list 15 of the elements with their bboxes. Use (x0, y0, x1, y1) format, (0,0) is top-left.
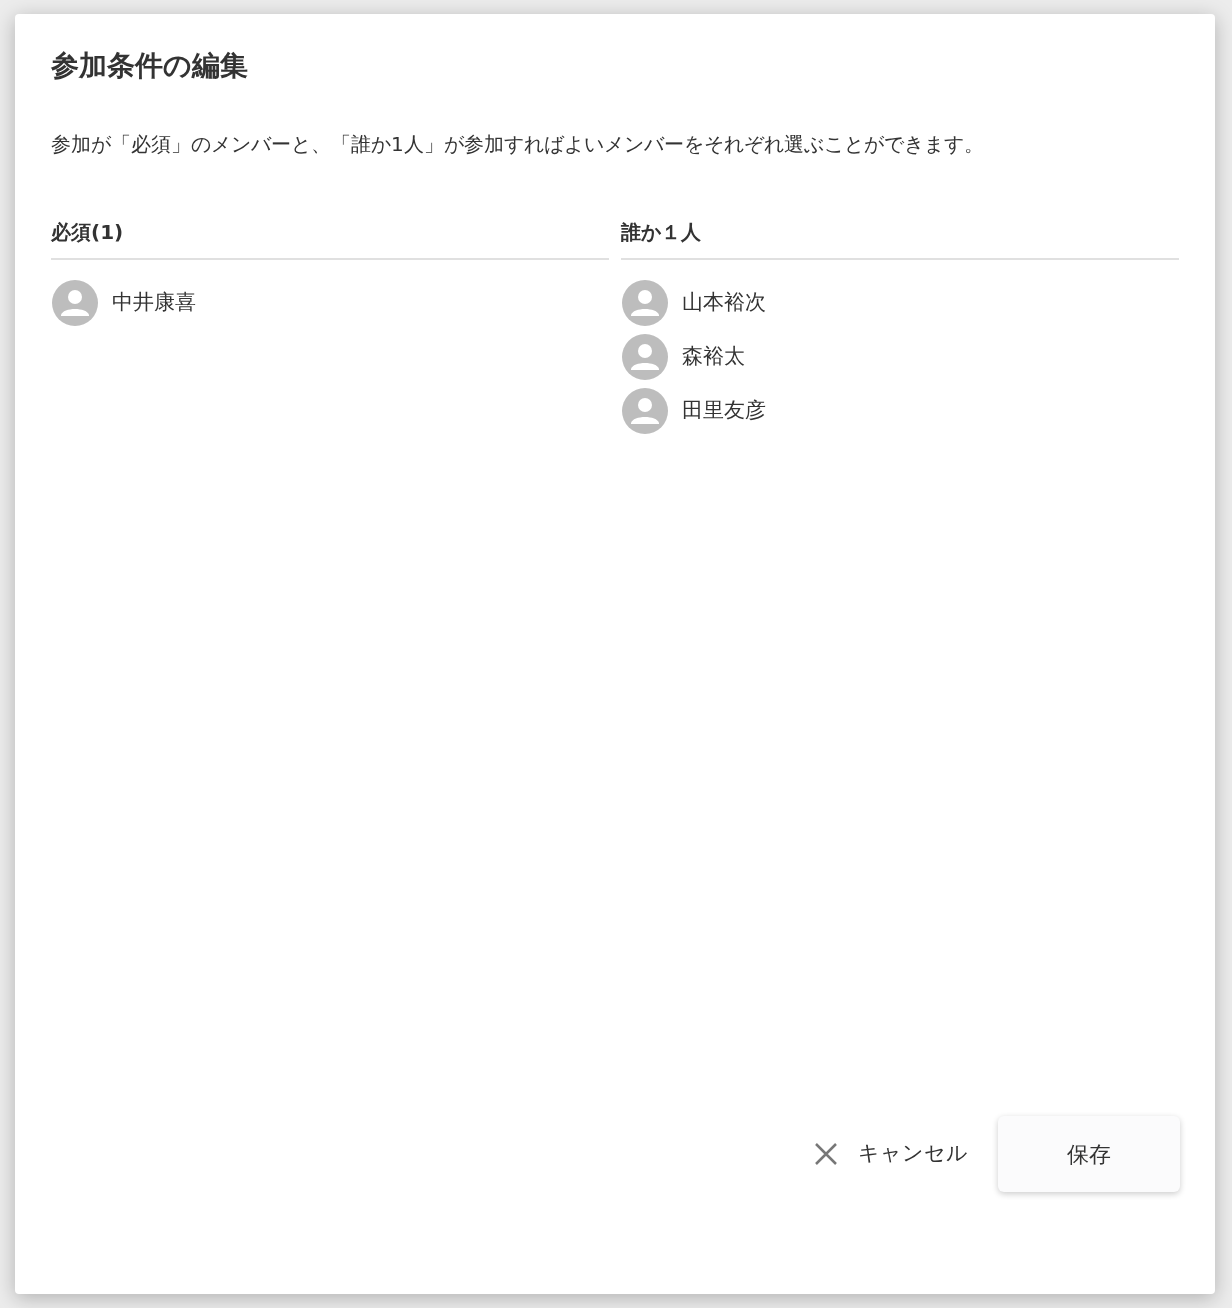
avatar-icon (52, 280, 98, 326)
avatar-icon (622, 280, 668, 326)
member-item[interactable]: 中井康喜 (51, 280, 196, 326)
member-item[interactable]: 山本裕次 (621, 280, 766, 326)
member-item[interactable]: 森裕太 (621, 334, 745, 380)
dialog-title: 参加条件の編集 (51, 48, 248, 84)
avatar-icon (622, 334, 668, 380)
save-button[interactable]: 保存 (998, 1116, 1180, 1192)
column-heading: 必須(1) (51, 220, 124, 244)
cancel-button[interactable]: キャンセル (810, 1128, 972, 1180)
column-heading: 誰か１人 (621, 220, 701, 244)
avatar-icon (622, 388, 668, 434)
close-icon (814, 1142, 838, 1166)
member-item[interactable]: 田里友彦 (621, 388, 766, 434)
description: 参加が「必須」のメンバーと、「誰か1人」が参加すればよいメンバーをそれぞれ選ぶことができます。 (51, 131, 984, 158)
